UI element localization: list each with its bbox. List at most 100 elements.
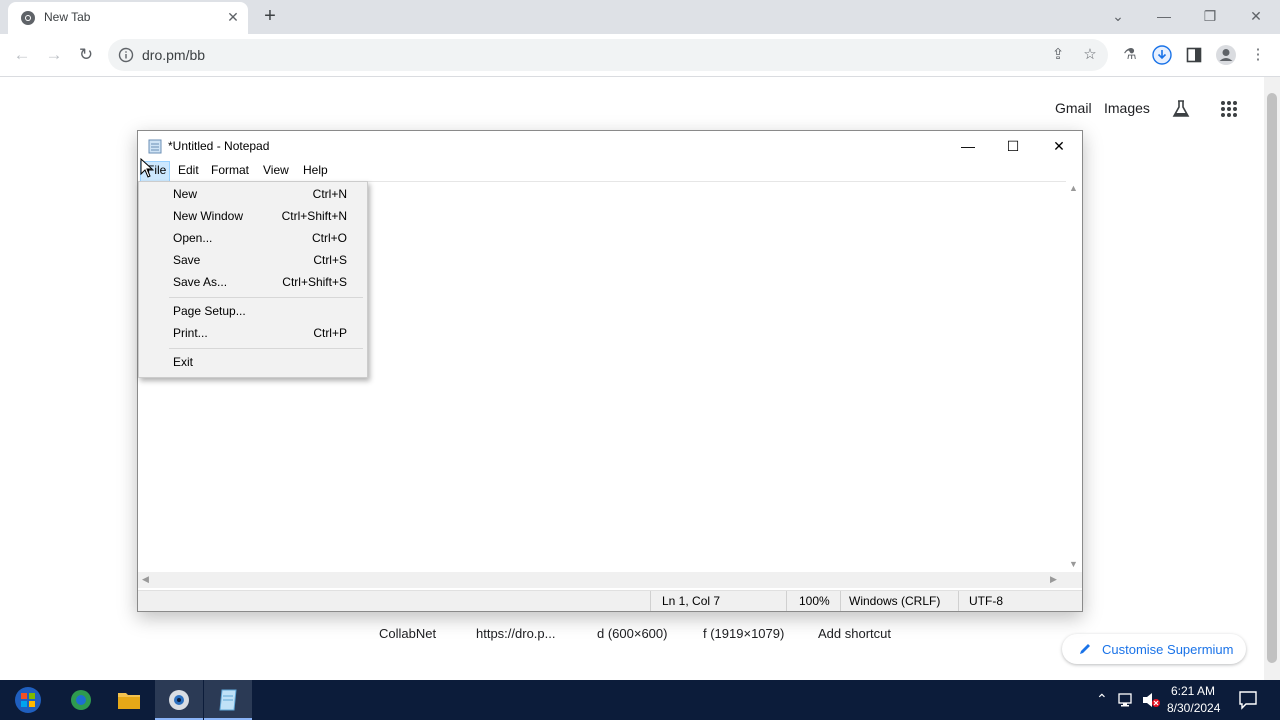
taskbar-edge-app[interactable] (57, 680, 105, 720)
notepad-icon (148, 139, 162, 154)
menu-item-print[interactable]: Print... Ctrl+P (139, 322, 367, 344)
tab-new-tab[interactable]: New Tab ✕ (8, 2, 248, 34)
scroll-down-icon[interactable]: ▼ (1069, 559, 1078, 569)
profile-avatar-icon[interactable] (1215, 44, 1237, 66)
menu-item-open[interactable]: Open... Ctrl+O (139, 227, 367, 249)
chrome-icon (21, 11, 35, 25)
address-bar[interactable]: dro.pm/bb (108, 39, 1108, 71)
taskbar-notepad-app[interactable] (204, 680, 252, 720)
menu-item-shortcut: Ctrl+Shift+N (281, 209, 347, 223)
status-zoom: 100% (799, 594, 830, 608)
menu-item-label: Exit (173, 355, 194, 369)
menu-item-shortcut: Ctrl+Shift+S (282, 275, 347, 289)
close-tab-icon[interactable]: ✕ (224, 8, 242, 26)
notification-center-icon[interactable] (1238, 690, 1258, 710)
restore-button[interactable]: ❐ (1200, 6, 1220, 26)
volume-muted-icon[interactable] (1141, 691, 1161, 709)
folder-icon (118, 693, 140, 709)
customise-button[interactable]: Customise Supermium (1062, 634, 1246, 664)
menu-format[interactable]: Format (211, 163, 249, 177)
close-window-button[interactable]: ✕ (1246, 6, 1266, 26)
supermium-browser-icon (169, 690, 189, 710)
status-divider (786, 591, 787, 611)
menu-item-shortcut: Ctrl+O (311, 231, 347, 245)
scroll-left-icon[interactable]: ◀ (142, 574, 149, 585)
status-divider (840, 591, 841, 611)
side-panel-icon[interactable] (1186, 47, 1202, 63)
scrollbar-thumb[interactable] (1267, 93, 1277, 663)
file-menu-dropdown: New Ctrl+N New Window Ctrl+Shift+N Open.… (138, 181, 368, 378)
menu-item-new[interactable]: New Ctrl+N (139, 183, 367, 205)
taskbar-supermium-app[interactable] (155, 680, 203, 720)
menu-item-exit[interactable]: Exit (139, 351, 367, 373)
notepad-status-bar: Ln 1, Col 7 100% Windows (CRLF) UTF-8 (138, 590, 1082, 611)
bookmark-star-icon[interactable]: ☆ (1078, 43, 1102, 67)
menu-kebab-icon[interactable]: ⋮ (1246, 43, 1270, 67)
notepad-close-button[interactable]: ✕ (1044, 135, 1074, 157)
menu-help[interactable]: Help (303, 163, 328, 177)
shortcut-tile[interactable]: f (1919×1079) (703, 626, 784, 641)
download-icon[interactable] (1152, 45, 1172, 65)
images-link[interactable]: Images (1104, 100, 1150, 116)
tab-strip: New Tab ✕ + ⌄ — ❐ ✕ (0, 0, 1280, 34)
notepad-minimize-button[interactable]: — (953, 135, 983, 157)
extension-icon[interactable]: ⚗ (1118, 43, 1142, 67)
shortcut-tile[interactable]: https://dro.p... (476, 626, 556, 641)
share-icon[interactable]: ⇪ (1046, 43, 1070, 67)
browser-toolbar: ← → ↻ dro.pm/bb ⇪ ☆ ⚗ ⋮ (0, 34, 1280, 77)
mouse-cursor-icon (140, 158, 154, 178)
notepad-taskbar-icon (219, 689, 237, 711)
menu-item-save[interactable]: Save Ctrl+S (139, 249, 367, 271)
status-divider (958, 591, 959, 611)
back-icon[interactable]: ← (10, 43, 34, 67)
notepad-horizontal-scrollbar[interactable]: ◀ ▶ (138, 572, 1082, 588)
url-text: dro.pm/bb (142, 47, 206, 63)
menu-item-label: Save (173, 253, 201, 267)
menu-item-label: New Window (173, 209, 244, 223)
notepad-title: *Untitled - Notepad (168, 139, 270, 153)
status-divider (650, 591, 651, 611)
clock-time[interactable]: 6:21 AM (1171, 684, 1215, 698)
minimize-button[interactable]: — (1154, 6, 1174, 26)
menu-edit[interactable]: Edit (178, 163, 199, 177)
menu-item-label: Save As... (173, 275, 228, 289)
menu-separator (169, 348, 363, 349)
status-position: Ln 1, Col 7 (662, 594, 721, 608)
gmail-link[interactable]: Gmail (1055, 100, 1092, 116)
shortcut-tile[interactable]: d (600×600) (597, 626, 667, 641)
status-line-ending: Windows (CRLF) (849, 594, 941, 608)
windows-logo-icon (15, 687, 41, 713)
pencil-icon (1080, 644, 1090, 654)
taskbar-file-explorer[interactable] (105, 680, 153, 720)
menu-view[interactable]: View (263, 163, 289, 177)
menu-item-page-setup[interactable]: Page Setup... (139, 300, 367, 322)
customise-label: Customise Supermium (1102, 642, 1234, 657)
add-shortcut-button[interactable]: Add shortcut (818, 626, 891, 641)
scroll-right-icon[interactable]: ▶ (1050, 574, 1057, 585)
scroll-up-icon[interactable]: ▲ (1069, 183, 1078, 193)
info-icon[interactable] (118, 47, 134, 63)
labs-flask-icon[interactable] (1171, 99, 1191, 119)
notepad-vertical-scrollbar[interactable]: ▲ ▼ (1066, 181, 1082, 574)
menu-item-label: Page Setup... (173, 304, 246, 318)
notepad-maximize-button[interactable]: ☐ (998, 135, 1028, 157)
clock-date[interactable]: 8/30/2024 (1167, 701, 1220, 715)
show-hidden-icons-chevron-icon[interactable]: ⌃ (1096, 691, 1108, 708)
new-tab-button[interactable]: + (258, 5, 282, 29)
reload-icon[interactable]: ↻ (74, 43, 98, 67)
tab-title: New Tab (44, 10, 91, 24)
menu-item-save-as[interactable]: Save As... Ctrl+Shift+S (139, 271, 367, 293)
menu-item-label: Print... (173, 326, 208, 340)
menu-item-new-window[interactable]: New Window Ctrl+Shift+N (139, 205, 367, 227)
taskbar: ⌃ 6:21 AM 8/30/2024 (0, 680, 1280, 720)
start-button[interactable] (4, 680, 52, 720)
network-icon[interactable] (1118, 692, 1136, 708)
shortcut-tile[interactable]: CollabNet (379, 626, 436, 641)
forward-icon[interactable]: → (42, 43, 66, 67)
page-scrollbar[interactable] (1264, 77, 1280, 680)
apps-grid-icon[interactable] (1220, 100, 1238, 118)
edge-browser-icon (71, 690, 91, 710)
menu-item-shortcut: Ctrl+N (312, 187, 347, 201)
tab-search-icon[interactable]: ⌄ (1108, 6, 1128, 26)
menu-separator (169, 297, 363, 298)
